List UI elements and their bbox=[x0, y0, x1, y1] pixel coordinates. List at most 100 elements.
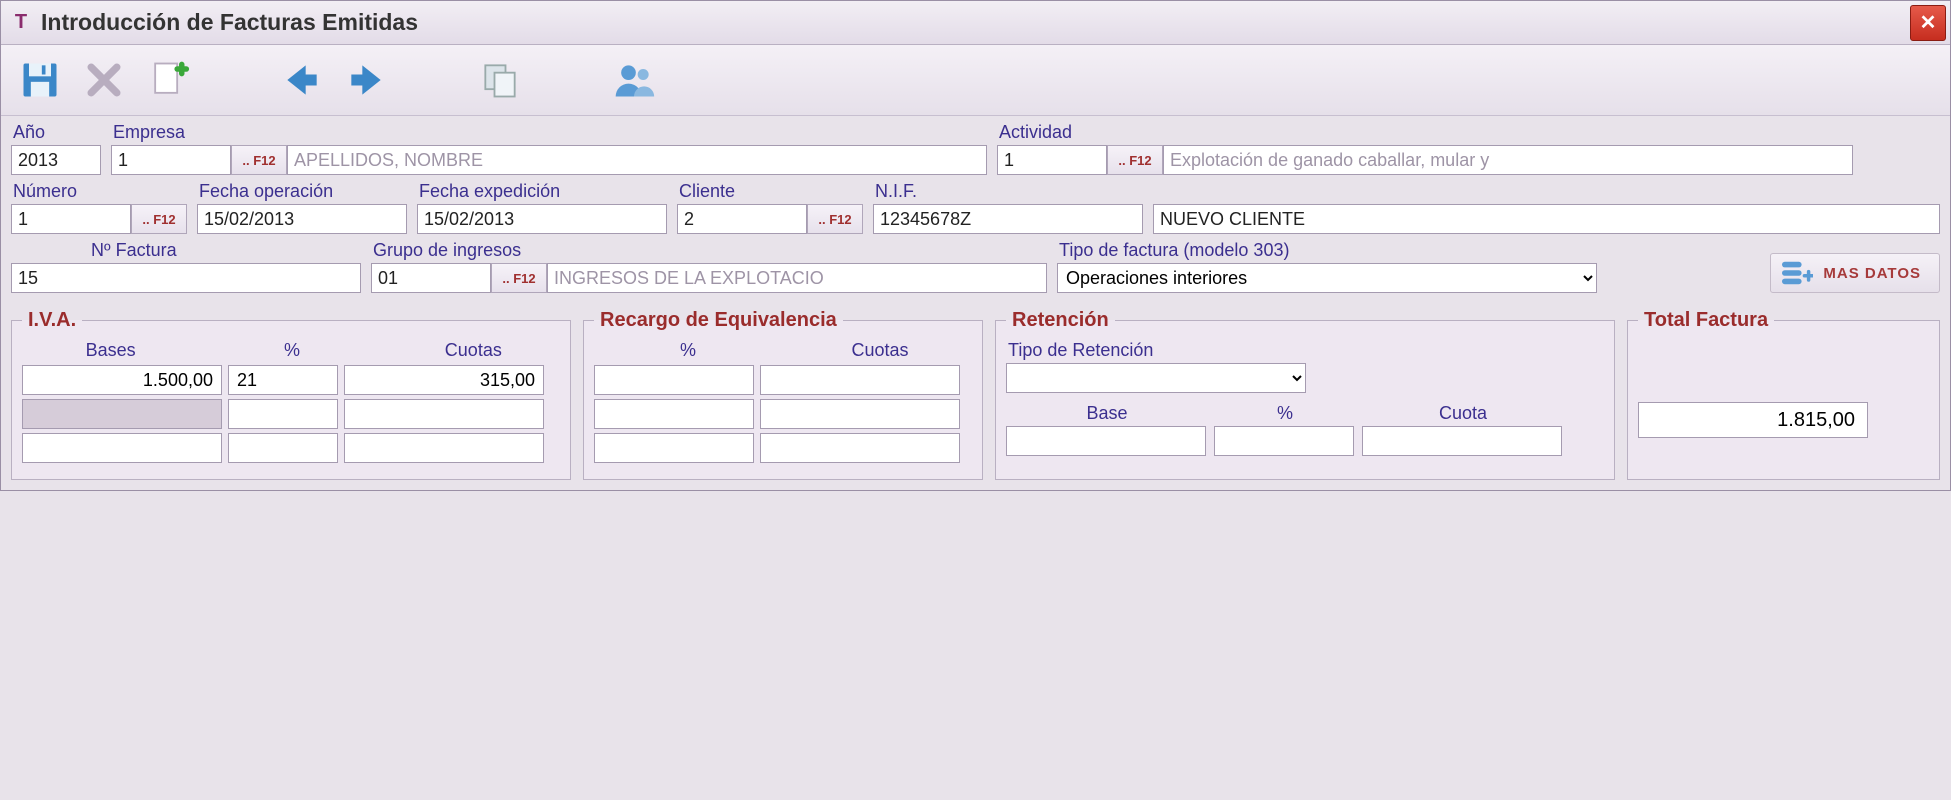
mas-datos-button[interactable]: MAS DATOS bbox=[1770, 253, 1940, 293]
field-actividad: Actividad .. F12 bbox=[997, 122, 1853, 175]
input-actividad-name bbox=[1163, 145, 1853, 175]
input-numero[interactable] bbox=[11, 204, 131, 234]
save-icon bbox=[18, 58, 62, 102]
retencion-base[interactable] bbox=[1006, 426, 1206, 456]
toolbar bbox=[1, 45, 1950, 116]
iva-row-1 bbox=[22, 399, 560, 429]
field-empresa: Empresa .. F12 bbox=[111, 122, 987, 175]
iva-col-bases: Bases bbox=[22, 340, 197, 361]
label-fecha-expedicion: Fecha expedición bbox=[417, 181, 667, 202]
iva-base-0[interactable]: 1.500,00 bbox=[22, 365, 222, 395]
field-cliente-name bbox=[1153, 181, 1940, 234]
recargo-cuota-2[interactable] bbox=[760, 433, 960, 463]
copy-button[interactable] bbox=[473, 53, 527, 107]
lookup-numero-button[interactable]: .. F12 bbox=[131, 204, 187, 234]
next-button[interactable] bbox=[339, 53, 393, 107]
iva-base-1[interactable] bbox=[22, 399, 222, 429]
panel-recargo: Recargo de Equivalencia % Cuotas bbox=[583, 309, 983, 480]
clients-icon bbox=[612, 58, 656, 102]
panels-row: I.V.A. Bases % Cuotas 1.500,00 21 315,00 bbox=[1, 309, 1950, 490]
recargo-pct-2[interactable] bbox=[594, 433, 754, 463]
input-cliente-code[interactable] bbox=[677, 204, 807, 234]
field-fecha-operacion: Fecha operación bbox=[197, 181, 407, 234]
field-cliente: Cliente .. F12 bbox=[677, 181, 863, 234]
label-tipo-factura: Tipo de factura (modelo 303) bbox=[1057, 240, 1597, 261]
input-fecha-operacion[interactable] bbox=[197, 204, 407, 234]
label-n-factura: Nº Factura bbox=[11, 240, 361, 261]
recargo-cuota-1[interactable] bbox=[760, 399, 960, 429]
panel-total-legend: Total Factura bbox=[1638, 309, 1774, 332]
select-tipo-retencion[interactable] bbox=[1006, 363, 1306, 393]
save-button[interactable] bbox=[13, 53, 67, 107]
iva-base-2[interactable] bbox=[22, 433, 222, 463]
recargo-col-cuotas: Cuotas bbox=[786, 340, 972, 361]
field-nif: N.I.F. bbox=[873, 181, 1143, 234]
iva-cuota-2[interactable] bbox=[344, 433, 544, 463]
input-actividad-code[interactable] bbox=[997, 145, 1107, 175]
row-header-3: Nº Factura Grupo de ingresos .. F12 Tipo… bbox=[11, 240, 1940, 293]
input-n-factura[interactable] bbox=[11, 263, 361, 293]
new-button[interactable] bbox=[141, 53, 195, 107]
close-icon: ✕ bbox=[1920, 10, 1937, 35]
iva-col-cuotas: Cuotas bbox=[385, 340, 560, 361]
database-plus-icon bbox=[1779, 259, 1813, 287]
iva-col-pct: % bbox=[203, 340, 378, 361]
delete-icon bbox=[82, 58, 126, 102]
lookup-empresa-button[interactable]: .. F12 bbox=[231, 145, 287, 175]
label-cliente: Cliente bbox=[677, 181, 863, 202]
label-fecha-operacion: Fecha operación bbox=[197, 181, 407, 202]
input-empresa-name bbox=[287, 145, 987, 175]
window-title: Introducción de Facturas Emitidas bbox=[41, 9, 1906, 36]
lookup-grupo-ingresos-button[interactable]: .. F12 bbox=[491, 263, 547, 293]
iva-row-0: 1.500,00 21 315,00 bbox=[22, 365, 560, 395]
iva-pct-1[interactable] bbox=[228, 399, 338, 429]
panel-recargo-legend: Recargo de Equivalencia bbox=[594, 309, 843, 332]
arrow-right-icon bbox=[344, 58, 388, 102]
panel-iva-legend: I.V.A. bbox=[22, 309, 82, 332]
prev-button[interactable] bbox=[275, 53, 329, 107]
input-cliente-name[interactable] bbox=[1153, 204, 1940, 234]
window-root: T Introducción de Facturas Emitidas ✕ bbox=[0, 0, 1951, 491]
iva-pct-2[interactable] bbox=[228, 433, 338, 463]
lookup-cliente-button[interactable]: .. F12 bbox=[807, 204, 863, 234]
input-fecha-expedicion[interactable] bbox=[417, 204, 667, 234]
field-ano: Año bbox=[11, 122, 101, 175]
panel-total: Total Factura 1.815,00 bbox=[1627, 309, 1940, 480]
field-grupo-ingresos: Grupo de ingresos .. F12 bbox=[371, 240, 1047, 293]
form-area: Año Empresa .. F12 Actividad .. F12 bbox=[1, 116, 1950, 309]
panel-iva: I.V.A. Bases % Cuotas 1.500,00 21 315,00 bbox=[11, 309, 571, 480]
field-tipo-factura: Tipo de factura (modelo 303) Operaciones… bbox=[1057, 240, 1597, 293]
lookup-actividad-button[interactable]: .. F12 bbox=[1107, 145, 1163, 175]
iva-pct-0[interactable]: 21 bbox=[228, 365, 338, 395]
clients-button[interactable] bbox=[607, 53, 661, 107]
recargo-row-0 bbox=[594, 365, 972, 395]
delete-button[interactable] bbox=[77, 53, 131, 107]
recargo-pct-0[interactable] bbox=[594, 365, 754, 395]
retencion-cuota[interactable] bbox=[1362, 426, 1562, 456]
input-ano[interactable] bbox=[11, 145, 101, 175]
row-header-1: Año Empresa .. F12 Actividad .. F12 bbox=[11, 122, 1940, 175]
label-cliente-name-spacer bbox=[1153, 181, 1940, 202]
panel-retencion-legend: Retención bbox=[1006, 309, 1115, 332]
iva-cuota-1[interactable] bbox=[344, 399, 544, 429]
input-nif[interactable] bbox=[873, 204, 1143, 234]
total-factura-value: 1.815,00 bbox=[1638, 402, 1868, 438]
input-empresa-code[interactable] bbox=[111, 145, 231, 175]
field-mas-datos: MAS DATOS bbox=[1770, 253, 1940, 293]
retencion-pct[interactable] bbox=[1214, 426, 1354, 456]
recargo-pct-1[interactable] bbox=[594, 399, 754, 429]
select-tipo-factura[interactable]: Operaciones interiores bbox=[1057, 263, 1597, 293]
iva-cuota-0[interactable]: 315,00 bbox=[344, 365, 544, 395]
copy-icon bbox=[478, 58, 522, 102]
recargo-col-pct: % bbox=[594, 340, 780, 361]
recargo-row-2 bbox=[594, 433, 972, 463]
retencion-col-base: Base bbox=[1006, 403, 1206, 424]
recargo-cuota-0[interactable] bbox=[760, 365, 960, 395]
input-grupo-ingresos-code[interactable] bbox=[371, 263, 491, 293]
arrow-left-icon bbox=[280, 58, 324, 102]
label-numero: Número bbox=[11, 181, 187, 202]
label-empresa: Empresa bbox=[111, 122, 987, 143]
close-button[interactable]: ✕ bbox=[1910, 5, 1946, 41]
new-document-icon bbox=[146, 58, 190, 102]
app-icon: T bbox=[9, 11, 33, 35]
